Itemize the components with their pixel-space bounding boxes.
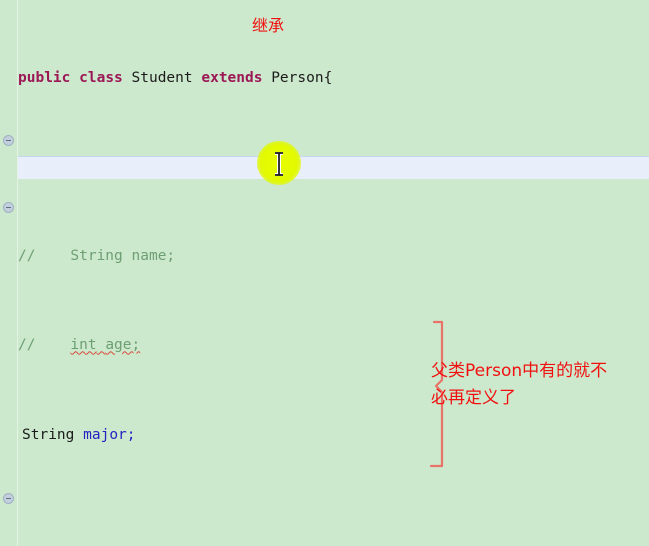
comment-name-decl: name; xyxy=(131,248,176,265)
code-line-5[interactable]: String major; xyxy=(0,424,649,446)
keyword-public: public xyxy=(18,69,71,86)
fold-marker-constructor-full-icon[interactable] xyxy=(3,202,14,213)
error-squiggle-int-age: int age; xyxy=(70,337,140,353)
comment-line-age-decl: // int age; xyxy=(18,337,140,353)
code-editor-viewport[interactable]: public class Student extends Person{ // … xyxy=(0,0,649,546)
code-line-2[interactable] xyxy=(0,156,649,178)
annotation-parent-note-line2: 必再定义了 xyxy=(431,388,516,408)
comment-line-name-decl: // String name; xyxy=(18,248,175,264)
field-type-string: String xyxy=(22,426,75,443)
gutter-separator xyxy=(17,0,18,546)
type-person-open-brace: Person{ xyxy=(271,69,333,86)
code-line-1[interactable]: public class Student extends Person{ xyxy=(0,67,649,89)
code-line-4[interactable]: // int age; xyxy=(0,334,649,356)
i-beam-text-cursor-icon xyxy=(275,152,283,176)
annotation-parent-note: 父类Person中有的就不 必再定义了 xyxy=(431,358,607,412)
comment-string-type: String xyxy=(70,248,123,265)
code-content[interactable]: public class Student extends Person{ // … xyxy=(0,0,649,546)
fold-marker-study-icon[interactable] xyxy=(3,493,14,504)
comment-age-decl: age; xyxy=(105,337,141,354)
annotation-parent-note-line1: 父类Person中有的就不 xyxy=(431,361,608,381)
keyword-class: class xyxy=(79,69,123,86)
code-line-6[interactable] xyxy=(0,513,649,535)
editor-gutter[interactable] xyxy=(0,0,17,546)
comment-int-type: int xyxy=(70,337,97,354)
code-line-3[interactable]: // String name; xyxy=(0,245,649,267)
field-major-declaration: major; xyxy=(83,426,136,443)
annotation-inheritance: 继承 xyxy=(252,16,285,35)
fold-marker-constructor-icon[interactable] xyxy=(3,135,14,146)
type-student: Student xyxy=(131,69,193,86)
keyword-extends: extends xyxy=(201,69,263,86)
comment-slashes: // xyxy=(18,337,36,354)
comment-slashes: // xyxy=(18,248,36,265)
